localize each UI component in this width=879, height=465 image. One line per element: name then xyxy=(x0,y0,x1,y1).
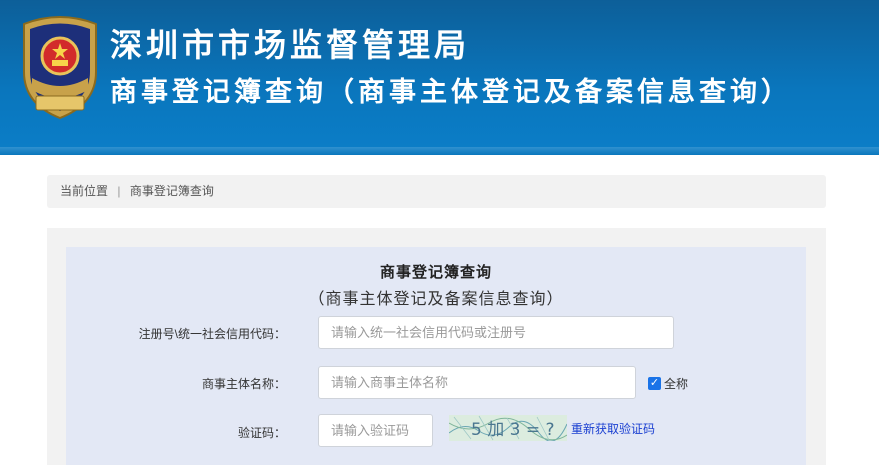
form-title: 商事登记簿查询 xyxy=(379,264,492,281)
reg-code-label: 注册号\统一社会信用代码： xyxy=(138,327,286,341)
captcha-input[interactable] xyxy=(318,414,433,447)
site-title: 深圳市市场监督管理局 xyxy=(110,26,471,64)
captcha-text: 5 加 3 = ? xyxy=(471,420,555,440)
fullname-checkbox-label: 全称 xyxy=(664,376,689,391)
form-subtitle: （商事主体登记及备案信息查询） xyxy=(308,291,564,308)
captcha-image[interactable]: 5 加 3 = ? xyxy=(449,415,567,441)
police-emblem-icon xyxy=(23,16,97,120)
entity-name-label: 商事主体名称： xyxy=(201,377,286,391)
breadcrumb-separator: | xyxy=(117,184,121,198)
checkbox-checked-icon[interactable]: ✓ xyxy=(648,376,661,390)
captcha-noise-graphic: 5 加 3 = ? xyxy=(449,415,567,441)
header-banner: 深圳市市场监督管理局 商事登记簿查询（商事主体登记及备案信息查询） xyxy=(0,0,879,155)
refresh-captcha-link[interactable]: 重新获取验证码 xyxy=(571,420,655,437)
breadcrumb: 当前位置 | 商事登记簿查询 xyxy=(47,175,826,208)
site-subtitle: 商事登记簿查询（商事主体登记及备案信息查询） xyxy=(110,77,792,108)
fullname-checkbox[interactable]: ✓ 全称 xyxy=(648,375,688,391)
breadcrumb-current[interactable]: 商事登记簿查询 xyxy=(130,184,214,198)
entity-name-input[interactable] xyxy=(318,366,636,399)
breadcrumb-prefix: 当前位置 xyxy=(60,184,109,198)
captcha-label: 验证码： xyxy=(237,426,286,440)
reg-code-input[interactable] xyxy=(318,316,674,349)
